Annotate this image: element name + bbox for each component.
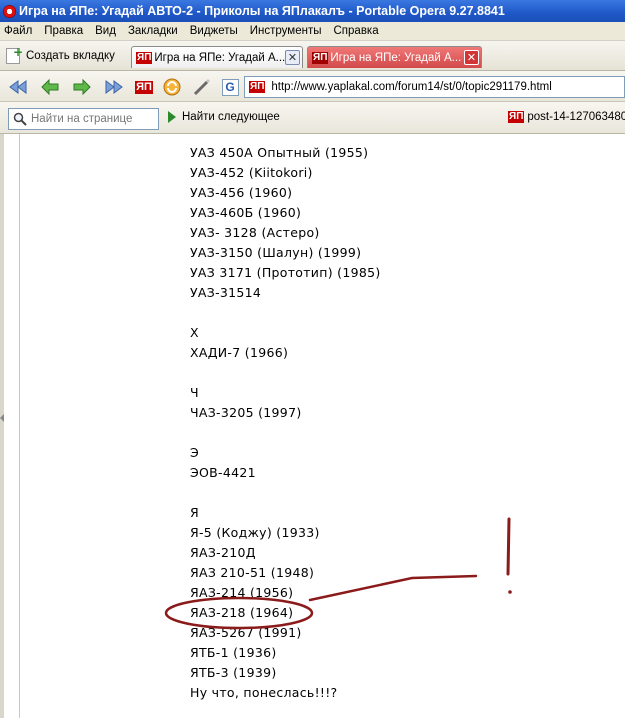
pointer-line — [308, 574, 478, 602]
new-tab-label: Создать вкладку — [26, 50, 115, 62]
forward-icon[interactable] — [72, 77, 92, 97]
yap-icon[interactable]: ЯП — [134, 77, 154, 97]
address-url: http://www.yaplakal.com/forum14/st/0/top… — [271, 81, 552, 93]
fast-forward-icon[interactable] — [104, 77, 124, 97]
post-id-link[interactable]: ЯП post-14-1270634808 — [508, 111, 625, 123]
annotation-overlay — [164, 517, 512, 630]
wand-icon[interactable] — [192, 77, 212, 97]
yap-favicon-icon: ЯП — [312, 51, 329, 64]
close-icon[interactable]: ✕ — [464, 50, 479, 65]
address-field[interactable]: ЯП http://www.yaplakal.com/forum14/st/0/… — [244, 76, 625, 98]
navigation-toolbar: ЯП G ЯП http://www.yaplakal.com/forum14/… — [0, 71, 625, 102]
menu-edit[interactable]: Правка — [44, 25, 83, 37]
yap-favicon-icon: ЯП — [249, 81, 266, 93]
menu-widgets[interactable]: Виджеты — [190, 25, 238, 37]
menu-file[interactable]: Файл — [4, 25, 32, 37]
find-next-label: Найти следующее — [182, 111, 280, 123]
reload-icon[interactable] — [162, 77, 182, 97]
tab-2-label: Игра на ЯПе: Угадай А... — [330, 51, 462, 64]
close-icon[interactable]: ✕ — [285, 50, 300, 65]
find-next-button[interactable]: Найти следующее — [168, 111, 280, 123]
tab-bar: Создать вкладку ЯП Игра на ЯПе: Угадай А… — [0, 41, 625, 71]
find-bar: Найти следующее ЯП post-14-1270634808 — [0, 102, 625, 134]
yap-favicon-icon: ЯП — [136, 51, 153, 64]
tab-1[interactable]: ЯП Игра на ЯПе: Угадай А... ✕ — [131, 46, 303, 68]
rewind-icon[interactable] — [8, 77, 28, 97]
menu-tools[interactable]: Инструменты — [250, 25, 322, 37]
exclamation-stroke — [506, 517, 511, 576]
new-tab-icon — [6, 45, 23, 64]
menu-help[interactable]: Справка — [334, 25, 379, 37]
yap-favicon-icon: ЯП — [508, 111, 525, 123]
back-icon[interactable] — [40, 77, 60, 97]
search-icon — [13, 112, 27, 126]
new-tab-button[interactable]: Создать вкладку — [6, 45, 115, 66]
menu-bookmarks[interactable]: Закладки — [128, 25, 178, 37]
google-icon[interactable]: G — [220, 77, 240, 97]
exclamation-dot — [508, 590, 512, 594]
menu-bar: Файл Правка Вид Закладки Виджеты Инструм… — [0, 22, 625, 41]
menu-view[interactable]: Вид — [95, 25, 116, 37]
title-bar: Игра на ЯПе: Угадай АВТО-2 - Приколы на … — [0, 0, 625, 22]
window-title: Игра на ЯПе: Угадай АВТО-2 - Приколы на … — [19, 4, 505, 18]
tab-1-label: Игра на ЯПе: Угадай А... — [154, 51, 285, 64]
opera-logo-icon — [3, 4, 16, 18]
find-field[interactable] — [8, 108, 159, 130]
find-input[interactable] — [31, 113, 151, 125]
post-id-label: post-14-1270634808 — [527, 111, 625, 123]
play-icon — [168, 111, 176, 123]
tab-2-active[interactable]: ЯП Игра на ЯПе: Угадай А... ✕ — [307, 46, 482, 68]
page-content: УАЗ 450А Опытный (1955) УАЗ-452 (Kiitoko… — [0, 134, 625, 718]
highlight-circle — [164, 596, 314, 630]
